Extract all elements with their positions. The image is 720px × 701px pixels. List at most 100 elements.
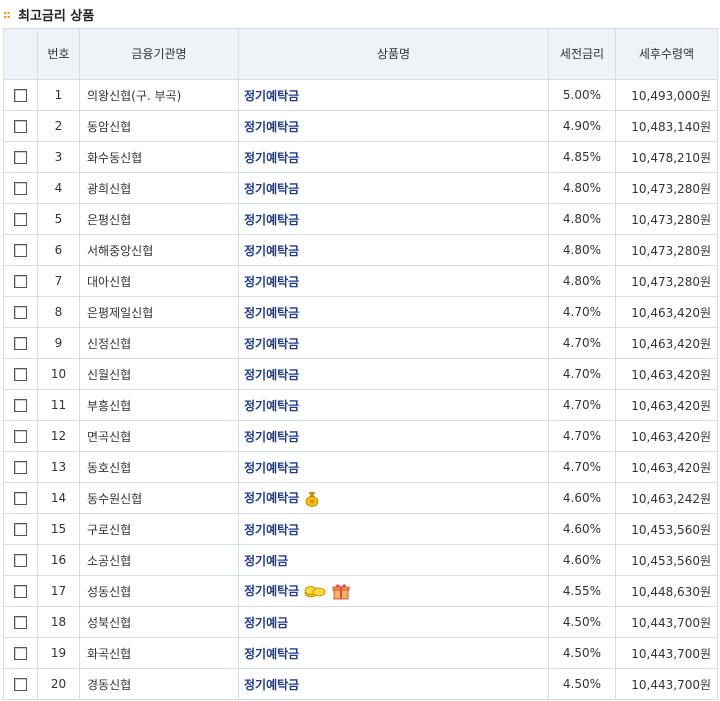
product-link[interactable]: 정기예탁금 [244, 337, 299, 351]
after-tax-amount: 10,463,420원 [615, 420, 718, 452]
row-checkbox[interactable] [14, 585, 27, 598]
row-checkbox[interactable] [14, 430, 27, 443]
product-link[interactable]: 정기예금 [244, 554, 288, 568]
row-checkbox[interactable] [14, 89, 27, 102]
row-checkbox[interactable] [14, 399, 27, 412]
institution-name: 화수동신협 [79, 141, 239, 173]
product-link[interactable]: 정기예탁금 [244, 306, 299, 320]
product-link[interactable]: 정기예탁금 [244, 523, 299, 537]
pretax-rate: 5.00% [548, 79, 616, 111]
pretax-rate: 4.60% [548, 513, 616, 545]
row-checkbox[interactable] [14, 647, 27, 660]
product-link[interactable]: 정기예탁금 [244, 120, 299, 134]
after-tax-amount: 10,463,420원 [615, 327, 718, 359]
row-checkbox[interactable] [14, 492, 27, 505]
row-checkbox[interactable] [14, 461, 27, 474]
product-cell: 정기예탁금 [238, 203, 549, 235]
product-link[interactable]: 정기예탁금 [244, 275, 299, 289]
after-tax-amount: 10,463,420원 [615, 389, 718, 421]
institution-name: 동호신협 [79, 451, 239, 483]
row-number: 4 [37, 172, 80, 204]
row-checkbox[interactable] [14, 120, 27, 133]
institution-name: 화곡신협 [79, 637, 239, 669]
header-rate: 세전금리 [548, 28, 616, 80]
pretax-rate: 4.60% [548, 482, 616, 514]
product-link[interactable]: 정기예탁금 [244, 461, 299, 475]
row-select-cell [3, 575, 38, 607]
institution-name: 의왕신협(구. 부곡) [79, 79, 239, 111]
table-row: 3 화수동신협 정기예탁금 4.85% 10,478,210원 [3, 141, 718, 173]
institution-name: 신정신협 [79, 327, 239, 359]
row-checkbox[interactable] [14, 306, 27, 319]
row-select-cell [3, 606, 38, 638]
product-link[interactable]: 정기예탁금 [244, 244, 299, 258]
product-link[interactable]: 정기예탁금 [244, 182, 299, 196]
after-tax-amount: 10,443,700원 [615, 637, 718, 669]
table-row: 6 서해중앙신협 정기예탁금 4.80% 10,473,280원 [3, 234, 718, 266]
header-select [3, 28, 38, 80]
product-link[interactable]: 정기예탁금 [244, 151, 299, 165]
row-number: 3 [37, 141, 80, 173]
table-row: 14 동수원신협 정기예탁금 4.60% 10,463,242원 [3, 482, 718, 514]
row-number: 10 [37, 358, 80, 390]
row-checkbox[interactable] [14, 616, 27, 629]
product-link[interactable]: 정기예탁금 [244, 647, 299, 661]
row-number: 12 [37, 420, 80, 452]
after-tax-amount: 10,443,700원 [615, 606, 718, 638]
after-tax-amount: 10,478,210원 [615, 141, 718, 173]
pretax-rate: 4.60% [548, 544, 616, 576]
title-bullet-icon: :: [3, 7, 11, 21]
product-cell: 정기예탁금 [238, 513, 549, 545]
row-number: 6 [37, 234, 80, 266]
row-checkbox[interactable] [14, 554, 27, 567]
row-checkbox[interactable] [14, 368, 27, 381]
product-cell: 정기예탁금 [238, 79, 549, 111]
institution-name: 서해중앙신협 [79, 234, 239, 266]
product-cell: 정기예탁금 [238, 234, 549, 266]
pretax-rate: 4.50% [548, 668, 616, 700]
row-number: 16 [37, 544, 80, 576]
row-checkbox[interactable] [14, 523, 27, 536]
product-link[interactable]: 정기예탁금 [244, 491, 299, 505]
row-select-cell [3, 327, 38, 359]
header-amount: 세후수령액 [615, 28, 718, 80]
institution-name: 경동신협 [79, 668, 239, 700]
row-checkbox[interactable] [14, 678, 27, 691]
pretax-rate: 4.70% [548, 327, 616, 359]
pretax-rate: 4.80% [548, 265, 616, 297]
product-link[interactable]: 정기예탁금 [244, 399, 299, 413]
row-select-cell [3, 172, 38, 204]
pretax-rate: 4.50% [548, 606, 616, 638]
row-checkbox[interactable] [14, 337, 27, 350]
row-number: 14 [37, 482, 80, 514]
institution-name: 부흥신협 [79, 389, 239, 421]
row-checkbox[interactable] [14, 151, 27, 164]
product-cell: 정기예탁금 [238, 110, 549, 142]
institution-name: 구로신협 [79, 513, 239, 545]
row-number: 11 [37, 389, 80, 421]
product-cell: 정기예탁금 [238, 327, 549, 359]
row-checkbox[interactable] [14, 213, 27, 226]
row-select-cell [3, 358, 38, 390]
row-checkbox[interactable] [14, 182, 27, 195]
product-cell: 정기예탁금 [238, 172, 549, 204]
header-rate-label: 세전금리 [559, 47, 605, 61]
row-checkbox[interactable] [14, 275, 27, 288]
row-checkbox[interactable] [14, 244, 27, 257]
product-link[interactable]: 정기예탁금 [244, 368, 299, 382]
product-link[interactable]: 정기예탁금 [244, 430, 299, 444]
product-link[interactable]: 정기예탁금 [244, 213, 299, 227]
product-cell: 정기예탁금 [238, 358, 549, 390]
product-link[interactable]: 정기예금 [244, 616, 288, 630]
row-select-cell [3, 110, 38, 142]
institution-name: 면곡신협 [79, 420, 239, 452]
product-link[interactable]: 정기예탁금 [244, 584, 299, 598]
after-tax-amount: 10,473,280원 [615, 203, 718, 235]
pretax-rate: 4.80% [548, 234, 616, 266]
product-icons [299, 584, 350, 600]
section-header: :: 최고금리 상품 [0, 0, 720, 28]
institution-name: 광희신협 [79, 172, 239, 204]
row-select-cell [3, 420, 38, 452]
product-link[interactable]: 정기예탁금 [244, 89, 299, 103]
product-link[interactable]: 정기예탁금 [244, 678, 299, 692]
